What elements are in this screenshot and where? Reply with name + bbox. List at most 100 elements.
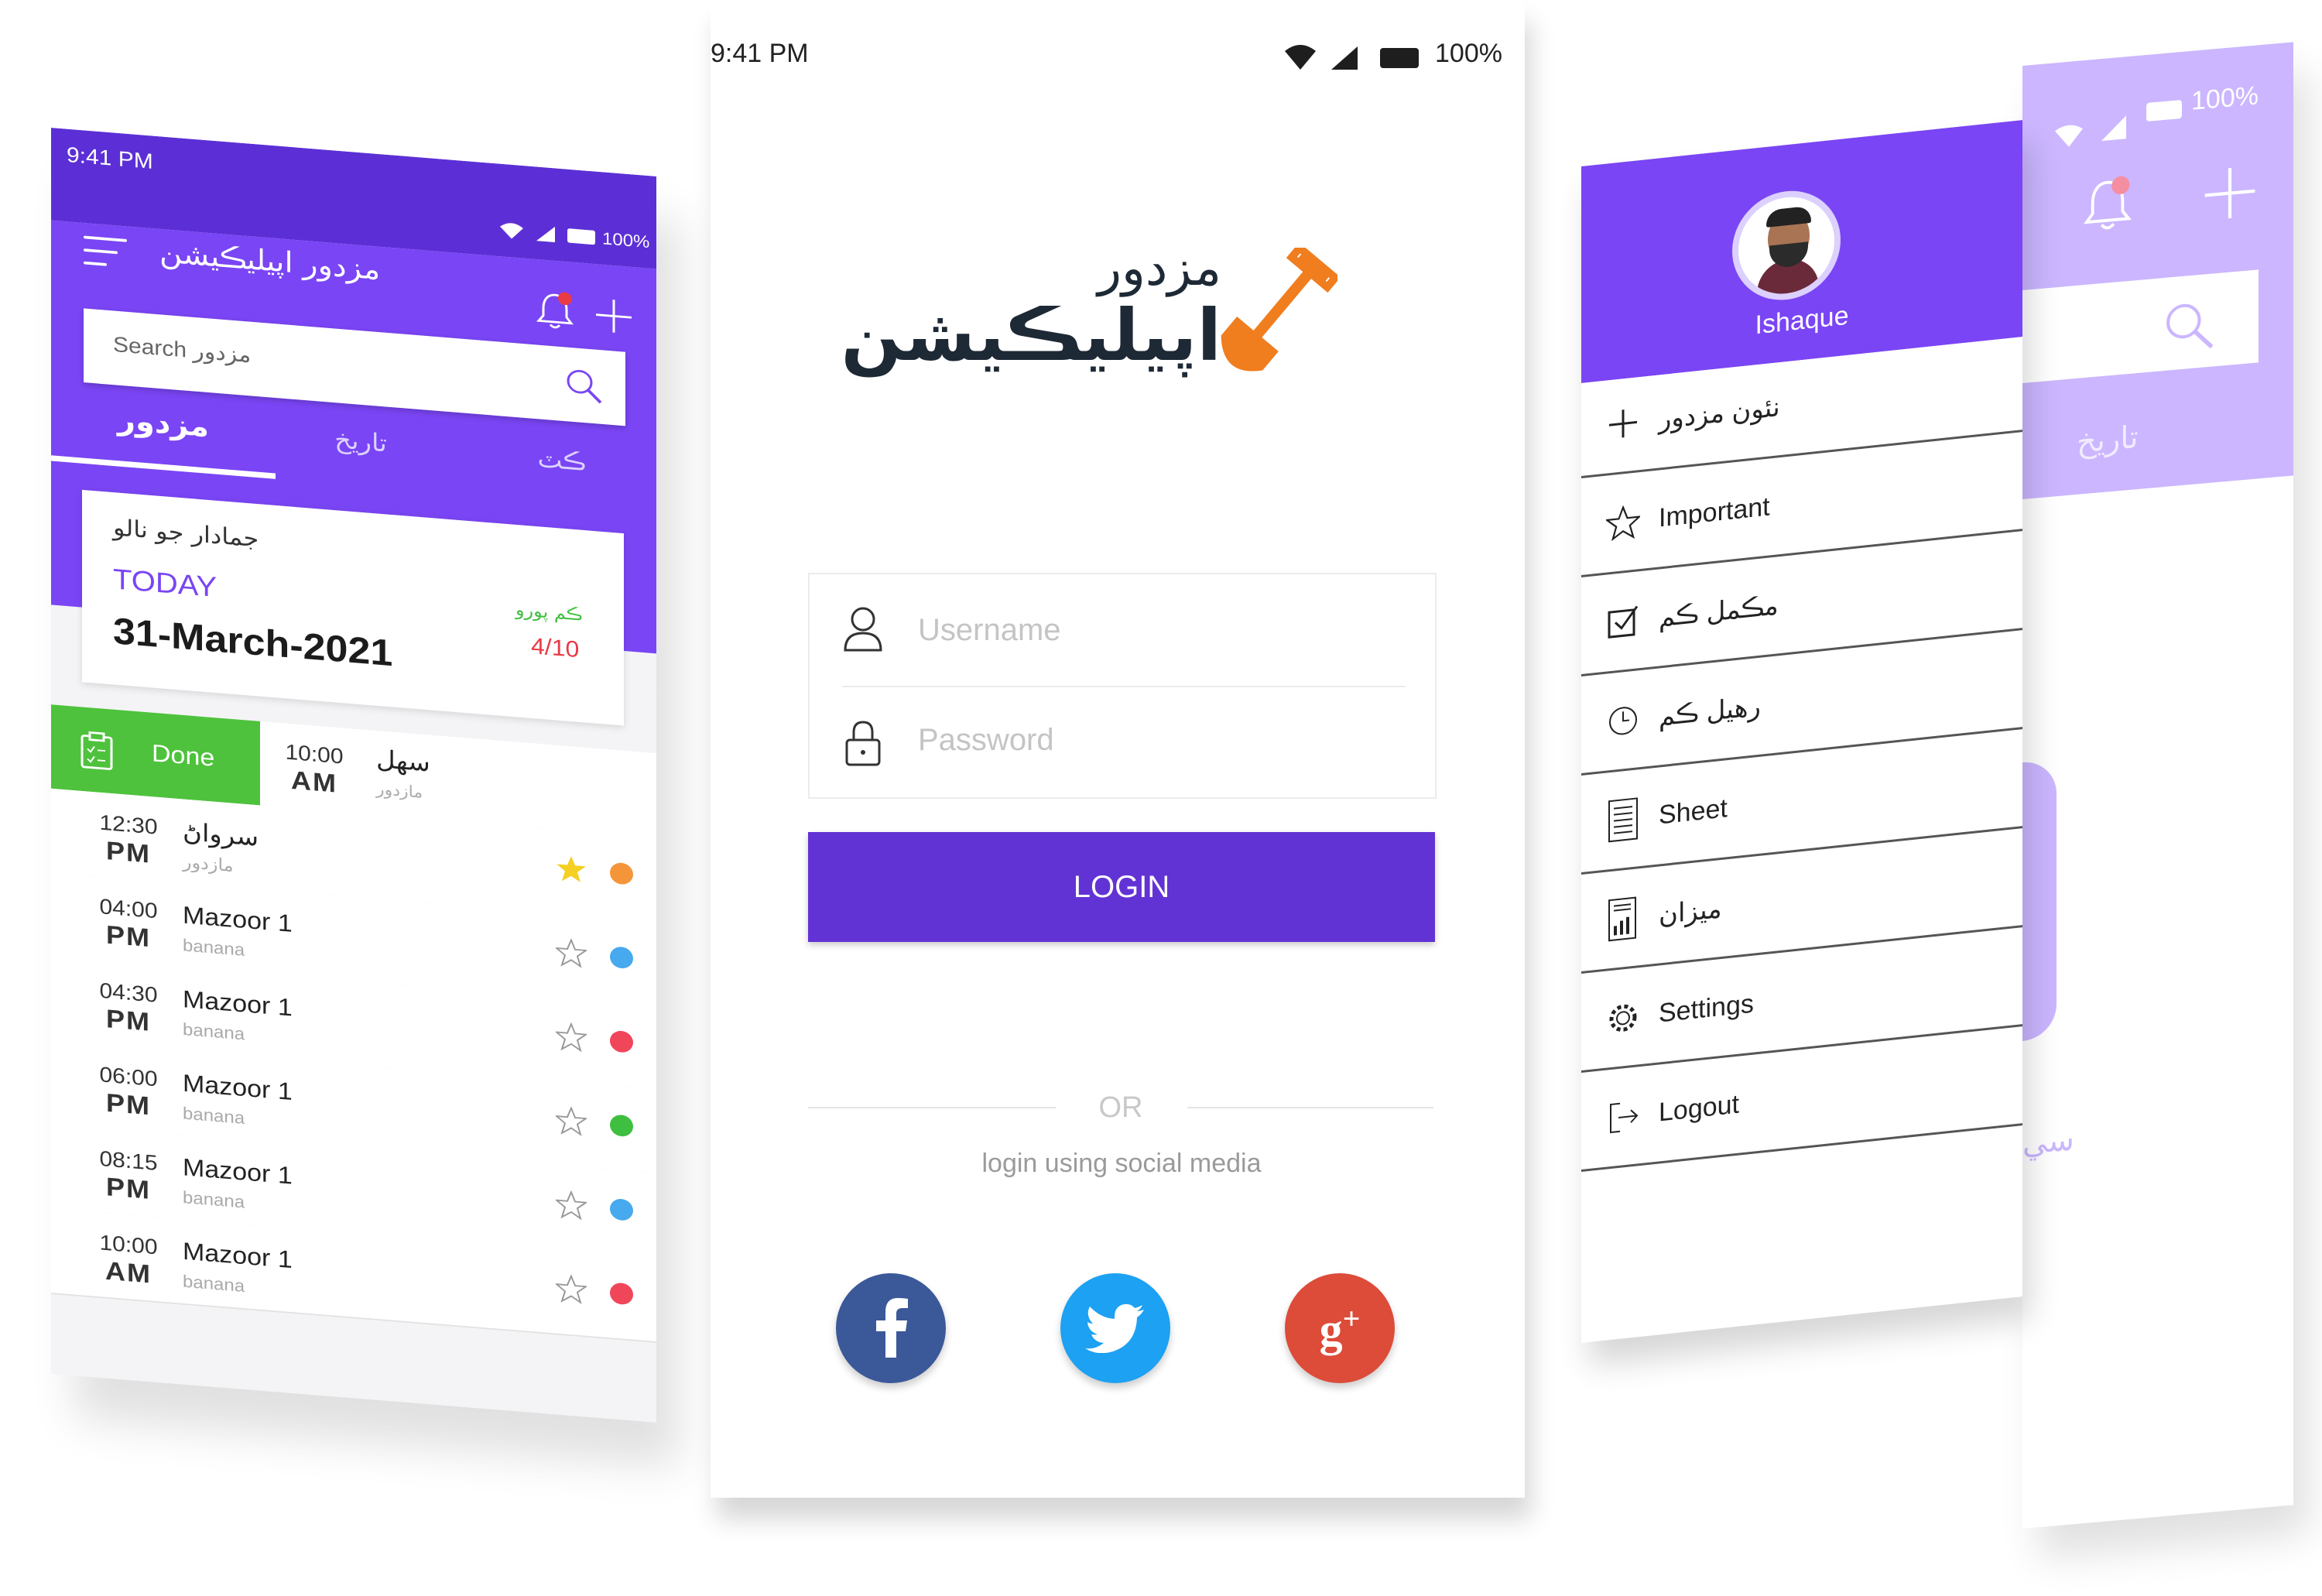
bell-icon[interactable] — [531, 287, 579, 335]
menu-item-label: نئون مزدور — [1659, 392, 1780, 435]
wifi-icon — [2053, 122, 2084, 149]
menu-item-label: مڪمل ڪم — [1659, 591, 1779, 633]
signal-icon — [535, 224, 557, 244]
field-divider — [842, 686, 1406, 687]
tab-mazdoor[interactable]: مزدور — [51, 399, 276, 450]
done-sub: مازدور — [376, 780, 423, 803]
task-ampm: PM — [106, 835, 151, 869]
gear-icon — [1601, 994, 1645, 1042]
task-ampm: PM — [106, 920, 151, 953]
bell-icon[interactable] — [2077, 172, 2139, 239]
task-ampm: AM — [105, 1255, 152, 1289]
task-time-value: 06:00 — [99, 1063, 158, 1091]
menu-item-label: Sheet — [1659, 793, 1728, 831]
shovel-icon — [1206, 248, 1337, 387]
tab-kat[interactable]: ڪٽ — [485, 440, 639, 481]
done-badge[interactable]: Done — [51, 704, 260, 806]
done-label: Done — [152, 739, 215, 772]
text-fragment: سي — [2022, 1122, 2074, 1162]
task-name: Mazoor 1 — [183, 1238, 293, 1274]
status-dot — [610, 946, 633, 970]
done-time: 10:00 AM — [276, 740, 353, 800]
wifi-icon — [498, 221, 525, 241]
app-logo: مزدور اپيليڪيشن — [841, 240, 1337, 410]
avatar[interactable] — [1732, 185, 1841, 306]
password-input[interactable]: Password — [918, 723, 1054, 758]
tab-indicator — [51, 455, 276, 479]
login-button[interactable]: LOGIN — [808, 832, 1435, 942]
task-subtitle: banana — [183, 1019, 245, 1044]
summary-date: 31-March-2021 — [113, 610, 393, 675]
task-subtitle: banana — [183, 1187, 245, 1213]
status-time: 9:41 PM — [67, 143, 153, 174]
logo-line2: اپيليڪيشن — [841, 294, 1221, 377]
facebook-button[interactable] — [836, 1273, 946, 1383]
progress-value: 4/10 — [531, 632, 580, 663]
tab-tareekh[interactable]: تاريخ — [2077, 420, 2139, 461]
social-login-text: login using social media — [981, 1149, 1262, 1178]
battery-percent: 100% — [602, 228, 650, 252]
menu-icon[interactable] — [82, 230, 128, 276]
wifi-icon — [1283, 43, 1317, 71]
task-time: 04:30 PM — [82, 978, 175, 1039]
facebook-icon — [876, 1298, 908, 1358]
done-name: سهل — [376, 745, 430, 778]
star-icon[interactable] — [556, 937, 587, 968]
signal-icon — [2100, 114, 2128, 142]
logout-icon — [1601, 1093, 1645, 1141]
add-icon[interactable] — [593, 295, 635, 337]
task-time-value: 04:30 — [99, 978, 158, 1008]
checkbox-icon — [1601, 598, 1645, 646]
add-icon[interactable] — [2200, 161, 2259, 225]
today-label: TODAY — [113, 563, 217, 604]
task-time-value: 08:15 — [99, 1146, 158, 1176]
task-time: 06:00 PM — [82, 1062, 175, 1124]
search-input[interactable]: Search مزدور — [113, 332, 251, 368]
task-name: Mazoor 1 — [183, 901, 293, 938]
task-subtitle: banana — [183, 936, 245, 961]
search-icon[interactable] — [2162, 296, 2216, 355]
done-time-value: 10:00 — [285, 740, 344, 769]
star-icon[interactable] — [556, 853, 587, 884]
google-plus-button[interactable]: g+ — [1285, 1273, 1395, 1383]
task-name: Mazoor 1 — [183, 985, 293, 1022]
twitter-icon — [1085, 1303, 1144, 1353]
menu-item-label: ميزان — [1659, 893, 1722, 930]
star-icon[interactable] — [556, 1022, 587, 1053]
task-time-value: 12:30 — [99, 810, 158, 840]
task-ampm: PM — [106, 1003, 151, 1037]
status-dot — [610, 861, 633, 885]
star-icon[interactable] — [556, 1273, 587, 1305]
star-icon[interactable] — [556, 1105, 587, 1137]
username-input[interactable]: Username — [918, 613, 1061, 648]
user-icon — [842, 604, 884, 653]
battery-icon — [567, 228, 595, 245]
task-ampm: PM — [106, 1171, 151, 1205]
app-title: مزدور اپيليڪيشن — [159, 236, 381, 287]
task-subtitle: banana — [183, 1104, 245, 1129]
background-app-screen: 100% تاريخ سي — [2022, 42, 2293, 1529]
task-time: 08:15 PM — [82, 1146, 175, 1207]
battery-percent: 100% — [1435, 39, 1502, 68]
signal-icon — [1330, 45, 1359, 71]
battery-icon — [2146, 99, 2182, 122]
or-text: OR — [1098, 1091, 1143, 1124]
task-name: سرواڻ — [183, 818, 259, 852]
tab-tareekh[interactable]: تاريخ — [283, 421, 438, 462]
status-dot — [610, 1114, 633, 1138]
search-icon[interactable] — [563, 365, 604, 406]
drawer-screen: 100% تاريخ سي Ishaque نئون مزدور Importan… — [1581, 0, 2293, 1540]
battery-percent: 100% — [2191, 80, 2259, 116]
task-name: Mazoor 1 — [183, 1070, 293, 1106]
google-plus-icon: g+ — [1319, 1300, 1361, 1355]
task-subtitle: banana — [183, 1272, 245, 1296]
login-screen: 9:41 PM 100% مزدور اپيليڪيشن Username Pa… — [711, 0, 1525, 1498]
star-icon[interactable] — [556, 1190, 587, 1221]
left-phone-screen: 9:41 PM 100% مزدور اپيليڪيشن Search مزدو… — [51, 128, 656, 1423]
clipboard-icon — [79, 730, 115, 772]
status-dot — [610, 1197, 633, 1221]
login-form: Username Password — [808, 573, 1437, 799]
battery-icon — [1380, 48, 1419, 68]
task-time: 04:00 PM — [82, 893, 175, 955]
twitter-button[interactable] — [1060, 1273, 1170, 1383]
